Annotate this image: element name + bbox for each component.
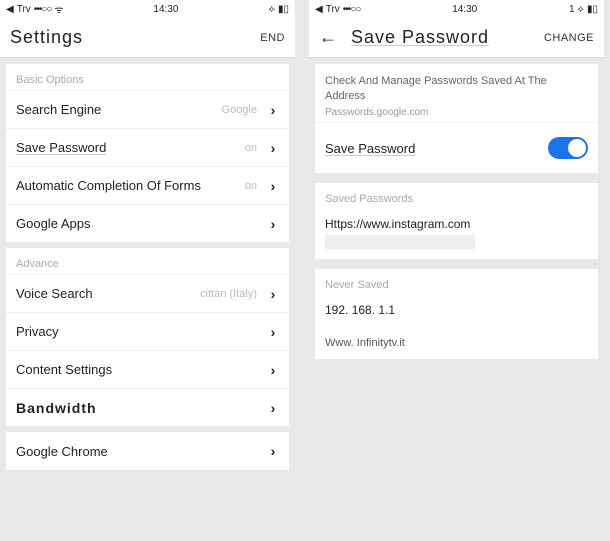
signal-icon: ◀: [315, 4, 323, 15]
chevron-right-icon: ›: [267, 286, 279, 302]
chevron-right-icon: ›: [267, 216, 279, 232]
row-value: cittàn (Italy): [200, 288, 257, 300]
bluetooth-icon: 1 ⟡: [569, 4, 584, 15]
row-label: Save Password: [16, 140, 245, 155]
search-engine-row[interactable]: Search Engine Google ›: [6, 90, 289, 128]
chevron-right-icon: ›: [267, 443, 279, 459]
row-label: Automatic Completion Of Forms: [16, 178, 245, 193]
chrome-section: Google Chrome ›: [6, 432, 289, 470]
save-password-toggle-row: Save Password: [315, 122, 598, 173]
never-saved-header: Never Saved: [325, 279, 588, 291]
page-title: Save Password: [351, 27, 544, 48]
back-arrow-icon[interactable]: ←: [319, 27, 337, 48]
description-block: Check And Manage Passwords Saved At The …: [315, 64, 598, 122]
saved-passwords-header: Saved Passwords: [325, 193, 588, 205]
section-header-basic: Basic Options: [6, 64, 289, 90]
row-value: on: [245, 142, 257, 154]
save-password-header: ← Save Password CHANGE: [309, 18, 604, 58]
row-label: Privacy: [16, 324, 267, 339]
never-saved-entry[interactable]: Www. Infinitytv.it: [315, 327, 598, 359]
row-label: Google Apps: [16, 216, 267, 231]
carrier-label: Trv: [17, 4, 31, 15]
end-button[interactable]: END: [260, 32, 285, 44]
save-password-screen: ◀ Trv •••○○ 14:30 1 ⟡ ▮▯ ← Save Password…: [309, 0, 604, 541]
status-bar: ◀ Trv •••○○ ᯤ 14:30 ⟡ ▮▯: [0, 0, 295, 18]
row-label: Google Chrome: [16, 444, 267, 459]
chevron-right-icon: ›: [267, 140, 279, 156]
bandwidth-row[interactable]: Bandwidth ›: [6, 388, 289, 426]
content-settings-row[interactable]: Content Settings ›: [6, 350, 289, 388]
signal-dots: •••○○: [343, 4, 361, 15]
never-saved-entry[interactable]: 192. 168. 1.1: [325, 303, 588, 317]
signal-icon: ◀: [6, 4, 14, 15]
chevron-right-icon: ›: [267, 324, 279, 340]
battery-icon: ▮▯: [278, 4, 289, 15]
settings-screen: ◀ Trv •••○○ ᯤ 14:30 ⟡ ▮▯ Settings END Ba…: [0, 0, 295, 541]
bluetooth-icon: ⟡: [268, 4, 275, 15]
saved-password-entry[interactable]: Https://www.instagram.com: [325, 217, 588, 231]
advanced-section: Advance Voice Search cittàn (Italy) › Pr…: [6, 248, 289, 426]
row-label: Voice Search: [16, 286, 200, 301]
voice-search-row[interactable]: Voice Search cittàn (Italy) ›: [6, 274, 289, 312]
chevron-right-icon: ›: [267, 400, 279, 416]
section-header-advanced: Advance: [6, 248, 289, 274]
status-bar: ◀ Trv •••○○ 14:30 1 ⟡ ▮▯: [309, 0, 604, 18]
description-text: Check And Manage Passwords Saved At The …: [325, 75, 547, 102]
signal-dots: •••○○: [34, 4, 52, 15]
toggle-label: Save Password: [325, 141, 548, 156]
basic-options-section: Basic Options Search Engine Google › Sav…: [6, 64, 289, 242]
carrier-label: Trv: [326, 4, 340, 15]
autofill-row[interactable]: Automatic Completion Of Forms on ›: [6, 166, 289, 204]
saved-passwords-card: Saved Passwords Https://www.instagram.co…: [315, 183, 598, 259]
passwords-link[interactable]: Passwords.google.com: [325, 107, 428, 118]
page-title: Settings: [10, 27, 260, 48]
chevron-right-icon: ›: [267, 102, 279, 118]
row-value: Google: [222, 104, 257, 116]
google-chrome-row[interactable]: Google Chrome ›: [6, 432, 289, 470]
change-button[interactable]: CHANGE: [544, 32, 594, 44]
privacy-row[interactable]: Privacy ›: [6, 312, 289, 350]
chevron-right-icon: ›: [267, 178, 279, 194]
chevron-right-icon: ›: [267, 362, 279, 378]
battery-icon: ▮▯: [587, 4, 598, 15]
clock: 14:30: [153, 4, 178, 15]
save-password-row[interactable]: Save Password on ›: [6, 128, 289, 166]
settings-header: Settings END: [0, 18, 295, 58]
row-value: on: [245, 180, 257, 192]
row-label: Bandwidth: [16, 400, 267, 416]
clock: 14:30: [452, 4, 477, 15]
row-label: Search Engine: [16, 102, 222, 117]
google-apps-row[interactable]: Google Apps ›: [6, 204, 289, 242]
row-label: Content Settings: [16, 362, 267, 377]
never-saved-card: Never Saved 192. 168. 1.1: [315, 269, 598, 327]
save-password-toggle[interactable]: [548, 137, 588, 159]
password-mask: [325, 235, 475, 249]
wifi-icon: ᯤ: [54, 2, 63, 16]
